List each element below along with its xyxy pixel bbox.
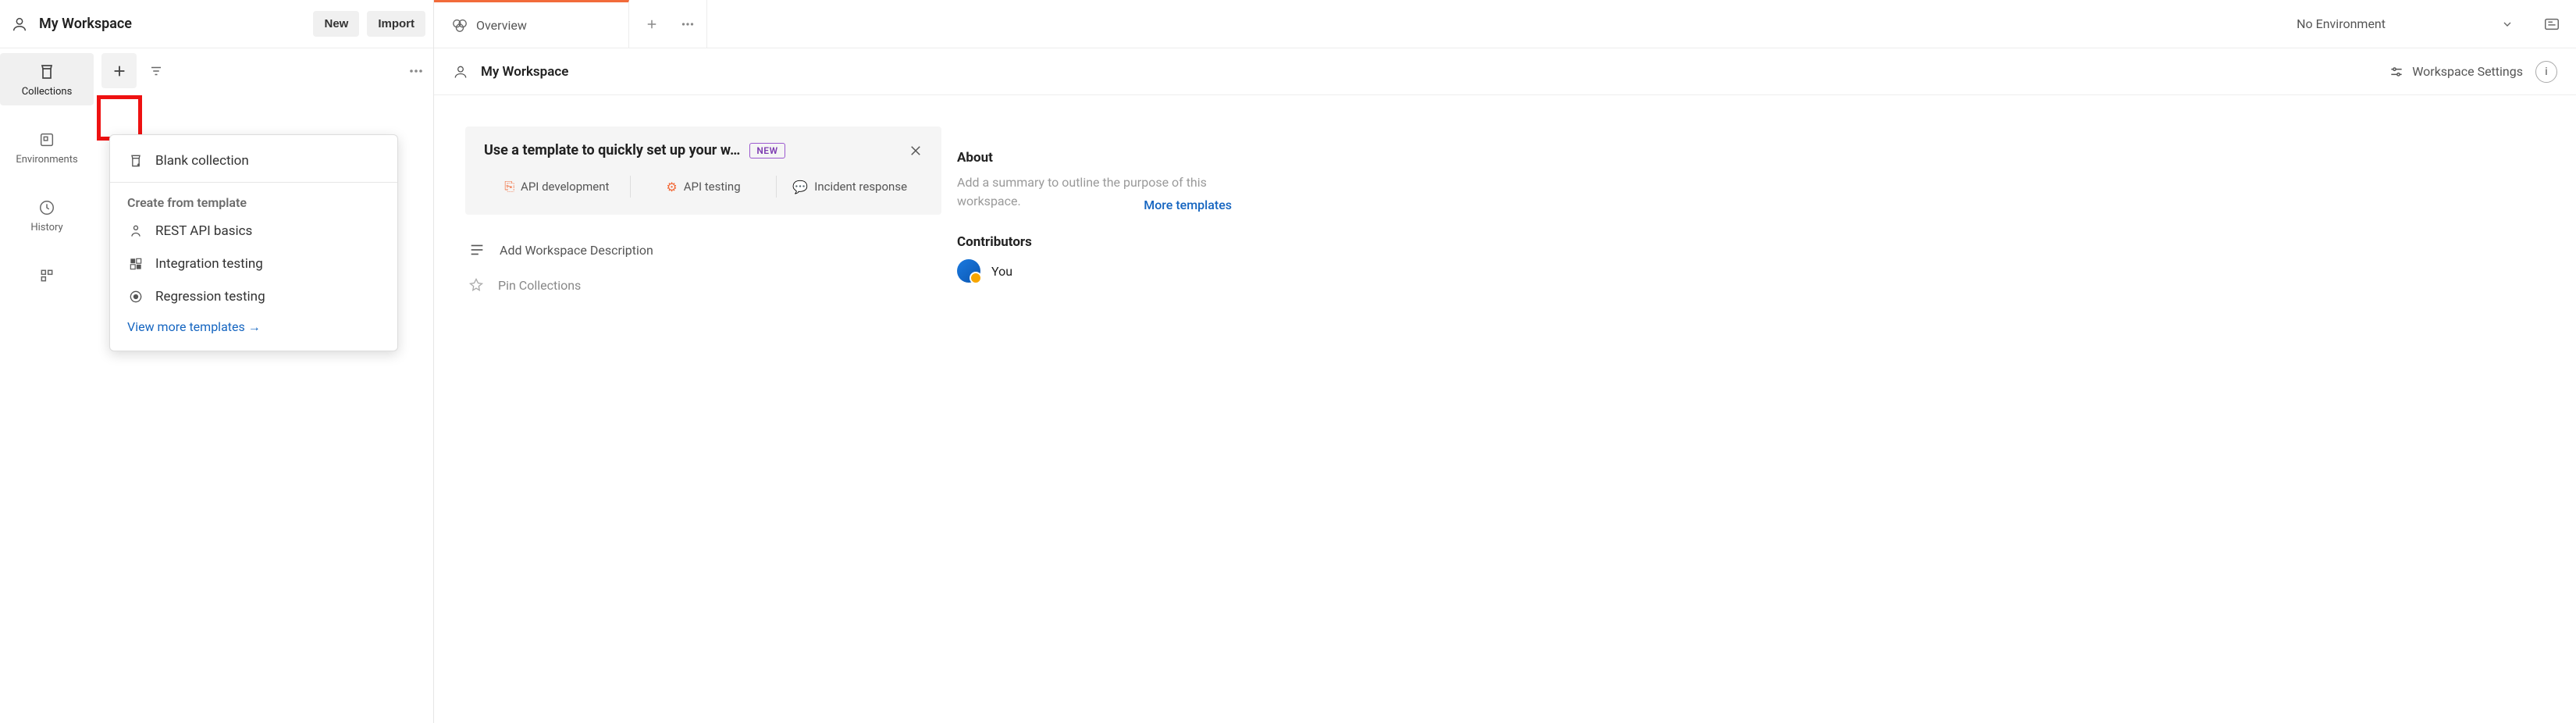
- blank-collection-icon: [127, 152, 144, 169]
- tab-actions: [629, 0, 707, 48]
- tab-label: Overview: [476, 18, 527, 33]
- dropdown-heading: Create from template: [110, 187, 397, 215]
- environment-selector[interactable]: No Environment: [2281, 0, 2576, 48]
- about-panel: About Add a summary to outline the purpo…: [941, 126, 1254, 723]
- dropdown-item-label: REST API basics: [155, 223, 252, 239]
- sidebar-item-more[interactable]: [0, 257, 94, 294]
- workspace-subheader: My Workspace Workspace Settings i: [434, 48, 2576, 95]
- workspace-title[interactable]: My Workspace: [39, 16, 305, 32]
- more-templates-link[interactable]: More templates: [1144, 198, 1232, 212]
- person-icon: [453, 64, 468, 80]
- settings-label: Workspace Settings: [2412, 64, 2523, 79]
- grid-icon: [33, 265, 61, 287]
- right-panel: Overview No Environment My Workspace Wor…: [434, 0, 2576, 723]
- main-area: Use a template to quickly set up your w……: [434, 95, 2576, 723]
- sidebar-item-environments[interactable]: Environments: [0, 121, 94, 173]
- template-icon: [127, 288, 144, 305]
- template-icon: 💬: [792, 180, 808, 194]
- tab-more-icon[interactable]: [679, 16, 696, 33]
- about-heading: About: [957, 150, 1232, 166]
- contributors-heading: Contributors: [957, 234, 1232, 250]
- chip-label: Incident response: [814, 180, 907, 194]
- dropdown-item-label: Integration testing: [155, 256, 263, 272]
- avatar: [957, 259, 980, 283]
- tabbar: Overview No Environment: [434, 0, 2576, 48]
- workspace-settings-link[interactable]: Workspace Settings: [2389, 64, 2523, 80]
- sidebar-item-history[interactable]: History: [0, 189, 94, 241]
- template-icon: [127, 223, 144, 240]
- tab-overview[interactable]: Overview: [434, 0, 629, 48]
- new-tab-icon[interactable]: [645, 17, 659, 31]
- dropdown-item-template[interactable]: REST API basics: [110, 215, 397, 248]
- left-panel: My Workspace New Import Collections Envi…: [0, 0, 434, 723]
- left-header: My Workspace New Import: [0, 0, 433, 48]
- contributor-row[interactable]: You: [957, 259, 1232, 283]
- dropdown-item-blank-collection[interactable]: Blank collection: [110, 144, 397, 177]
- workspace-name: My Workspace: [481, 64, 2376, 80]
- more-options-icon[interactable]: [407, 62, 425, 80]
- template-card: Use a template to quickly set up your w……: [465, 126, 941, 215]
- add-button[interactable]: [101, 53, 137, 88]
- chevron-down-icon: [2501, 18, 2514, 30]
- template-chip[interactable]: ⎘ API development: [484, 174, 630, 199]
- dropdown-item-template[interactable]: Integration testing: [110, 248, 397, 280]
- template-icon: ⎘: [504, 179, 514, 194]
- filter-icon[interactable]: [144, 64, 168, 78]
- dropdown-item-label: Blank collection: [155, 153, 249, 169]
- template-chip[interactable]: ⚙ API testing: [631, 175, 777, 199]
- pin-collections-row[interactable]: Pin Collections: [465, 277, 941, 293]
- sidebar-rail: Collections Environments History: [0, 48, 94, 723]
- sliders-icon: [2389, 64, 2404, 80]
- info-icon[interactable]: i: [2535, 61, 2557, 83]
- sidebar-item-collections[interactable]: Collections: [0, 53, 94, 105]
- close-icon[interactable]: [909, 144, 923, 158]
- sidebar-label: History: [30, 222, 62, 233]
- template-icon: ⚙: [666, 180, 677, 194]
- collection-icon: [33, 61, 61, 83]
- description-icon: [468, 241, 486, 258]
- action-label: Pin Collections: [498, 278, 581, 293]
- environment-icon: [33, 129, 61, 151]
- import-button[interactable]: Import: [367, 11, 425, 37]
- chip-label: API development: [521, 180, 609, 194]
- template-chip[interactable]: 💬 Incident response: [777, 175, 923, 199]
- divider: [110, 182, 397, 183]
- template-card-title: Use a template to quickly set up your w…: [484, 142, 740, 158]
- new-button[interactable]: New: [313, 11, 359, 37]
- sidebar-label: Environments: [16, 154, 77, 166]
- history-icon: [33, 197, 61, 219]
- environment-label: No Environment: [2297, 16, 2386, 31]
- pin-icon: [468, 277, 484, 293]
- contributor-name: You: [991, 264, 1012, 279]
- person-icon: [8, 12, 31, 36]
- dropdown-item-label: Regression testing: [155, 289, 265, 305]
- new-badge: NEW: [749, 143, 785, 158]
- chip-label: API testing: [684, 180, 741, 194]
- add-description-row[interactable]: Add Workspace Description: [465, 241, 941, 258]
- overview-icon: [451, 16, 468, 34]
- dropdown-view-more-link[interactable]: View more templates →: [110, 313, 397, 341]
- sidebar-label: Collections: [22, 86, 73, 98]
- create-dropdown: Blank collection Create from template RE…: [109, 134, 398, 351]
- action-label: Add Workspace Description: [500, 243, 653, 258]
- environment-quicklook-icon[interactable]: [2543, 16, 2560, 33]
- dropdown-item-template[interactable]: Regression testing: [110, 280, 397, 313]
- template-icon: [127, 255, 144, 272]
